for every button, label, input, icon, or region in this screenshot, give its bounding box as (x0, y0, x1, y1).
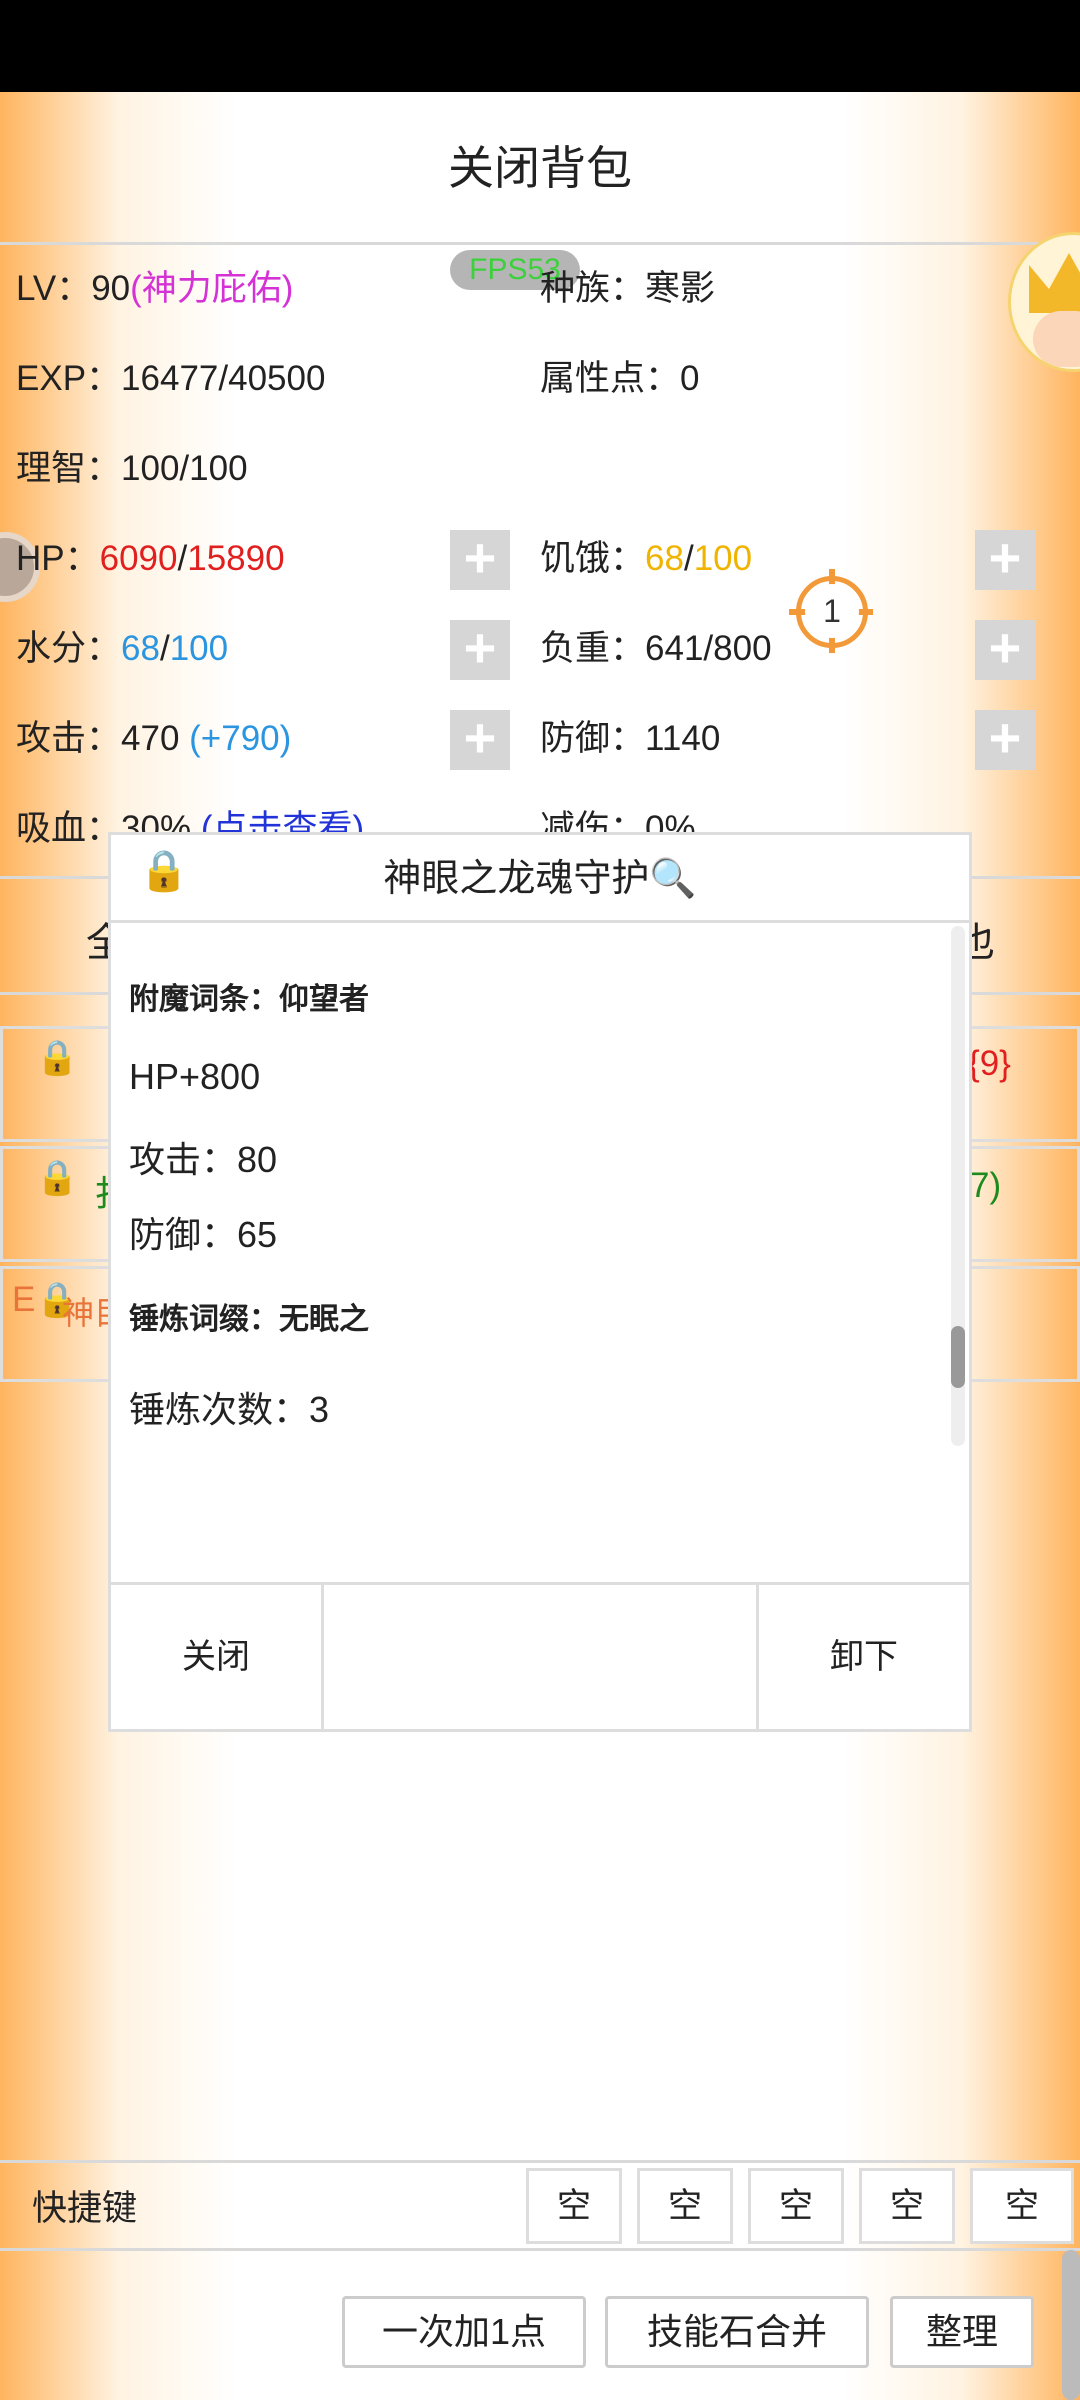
item-detail-dialog: 神眼之龙魂守护🔍 🔒 附魔词条：仰望者 HP+800 攻击：80 防御：65 锤… (108, 832, 972, 1732)
lock-icon[interactable]: 🔒 (36, 1038, 78, 1078)
stat-attribute-points: 属性点：0 (540, 359, 700, 398)
bonus-line: HP+800 (129, 1056, 261, 1097)
close-button[interactable]: 关闭 (111, 1585, 321, 1729)
hotkey-slot[interactable]: 空 (748, 2168, 844, 2244)
page-scrollbar[interactable] (1062, 2250, 1080, 2400)
hotkey-slot[interactable]: 空 (859, 2168, 955, 2244)
stat-attack: 攻击：470 (+790) (16, 719, 292, 758)
close-bag-title[interactable]: 关闭背包 (0, 132, 1080, 198)
sort-button[interactable]: 整理 (890, 2296, 1034, 2368)
unequip-button[interactable]: 卸下 (759, 1585, 969, 1729)
forge-count: 锤炼次数：3 (129, 1389, 330, 1430)
lock-icon[interactable]: 🔒 (139, 847, 189, 894)
divider (321, 1585, 324, 1729)
stat-defense: 防御：1140 (540, 719, 721, 758)
divider (0, 2248, 1080, 2251)
inventory-page: 关闭背包 FPS53 LV：90(神力庇佑) 种族：寒影 EXP：16477/4… (0, 92, 1080, 2400)
item-count: {9} (968, 1044, 1011, 1083)
load-plus-button[interactable]: + (975, 620, 1035, 680)
stat-sanity: 理智：100/100 (16, 449, 248, 488)
defense-plus-button[interactable]: + (975, 710, 1035, 770)
bonus-line: 攻击：80 (129, 1139, 278, 1180)
target-marker-icon[interactable]: 1 (789, 569, 873, 653)
hunger-plus-button[interactable]: + (975, 530, 1035, 590)
stat-hp: HP：6090/15890 (16, 539, 285, 578)
stat-race: 种族：寒影 (540, 269, 716, 308)
dialog-body[interactable]: 附魔词条：仰望者 HP+800 攻击：80 防御：65 锤炼词缀：无眠之 锤炼次… (111, 926, 969, 1576)
hotkey-label: 快捷键 (32, 2189, 138, 2228)
stat-exp: EXP：16477/40500 (16, 359, 326, 398)
item-prefix: E (12, 1280, 36, 1319)
dialog-footer: 关闭 卸下 (111, 1582, 969, 1729)
hotkey-slot[interactable]: 空 (970, 2168, 1074, 2244)
character-face-icon (1033, 311, 1080, 367)
hotkey-slot[interactable]: 空 (526, 2168, 622, 2244)
crown-icon (1029, 253, 1080, 313)
stat-water: 水分：68/100 (16, 629, 229, 668)
item-count: 7) (970, 1166, 1002, 1205)
divider (0, 242, 1080, 245)
lock-icon[interactable]: 🔒 (36, 1158, 78, 1198)
attack-plus-button[interactable]: + (450, 710, 510, 770)
dialog-title: 神眼之龙魂守护🔍 (383, 858, 697, 900)
stat-load: 负重：641/800 (540, 629, 772, 668)
add-one-point-button[interactable]: 一次加1点 (342, 2296, 586, 2368)
forge-heading: 锤炼词缀：无眠之 (129, 1303, 369, 1336)
hp-plus-button[interactable]: + (450, 530, 510, 590)
hotkey-slot[interactable]: 空 (637, 2168, 733, 2244)
dialog-scroll-thumb[interactable] (951, 1326, 965, 1388)
divider (0, 2160, 1080, 2163)
enchant-heading: 附魔词条：仰望者 (129, 983, 369, 1016)
stat-hunger: 饥饿：68/100 (540, 539, 753, 578)
level-note: (神力庇佑) (130, 269, 294, 308)
bonus-line: 防御：65 (129, 1214, 278, 1255)
stat-level: LV：90(神力庇佑) (16, 269, 294, 308)
avatar[interactable] (1008, 232, 1080, 372)
dialog-header: 神眼之龙魂守护🔍 🔒 (111, 835, 969, 923)
water-plus-button[interactable]: + (450, 620, 510, 680)
skill-stone-merge-button[interactable]: 技能石合并 (605, 2296, 869, 2368)
